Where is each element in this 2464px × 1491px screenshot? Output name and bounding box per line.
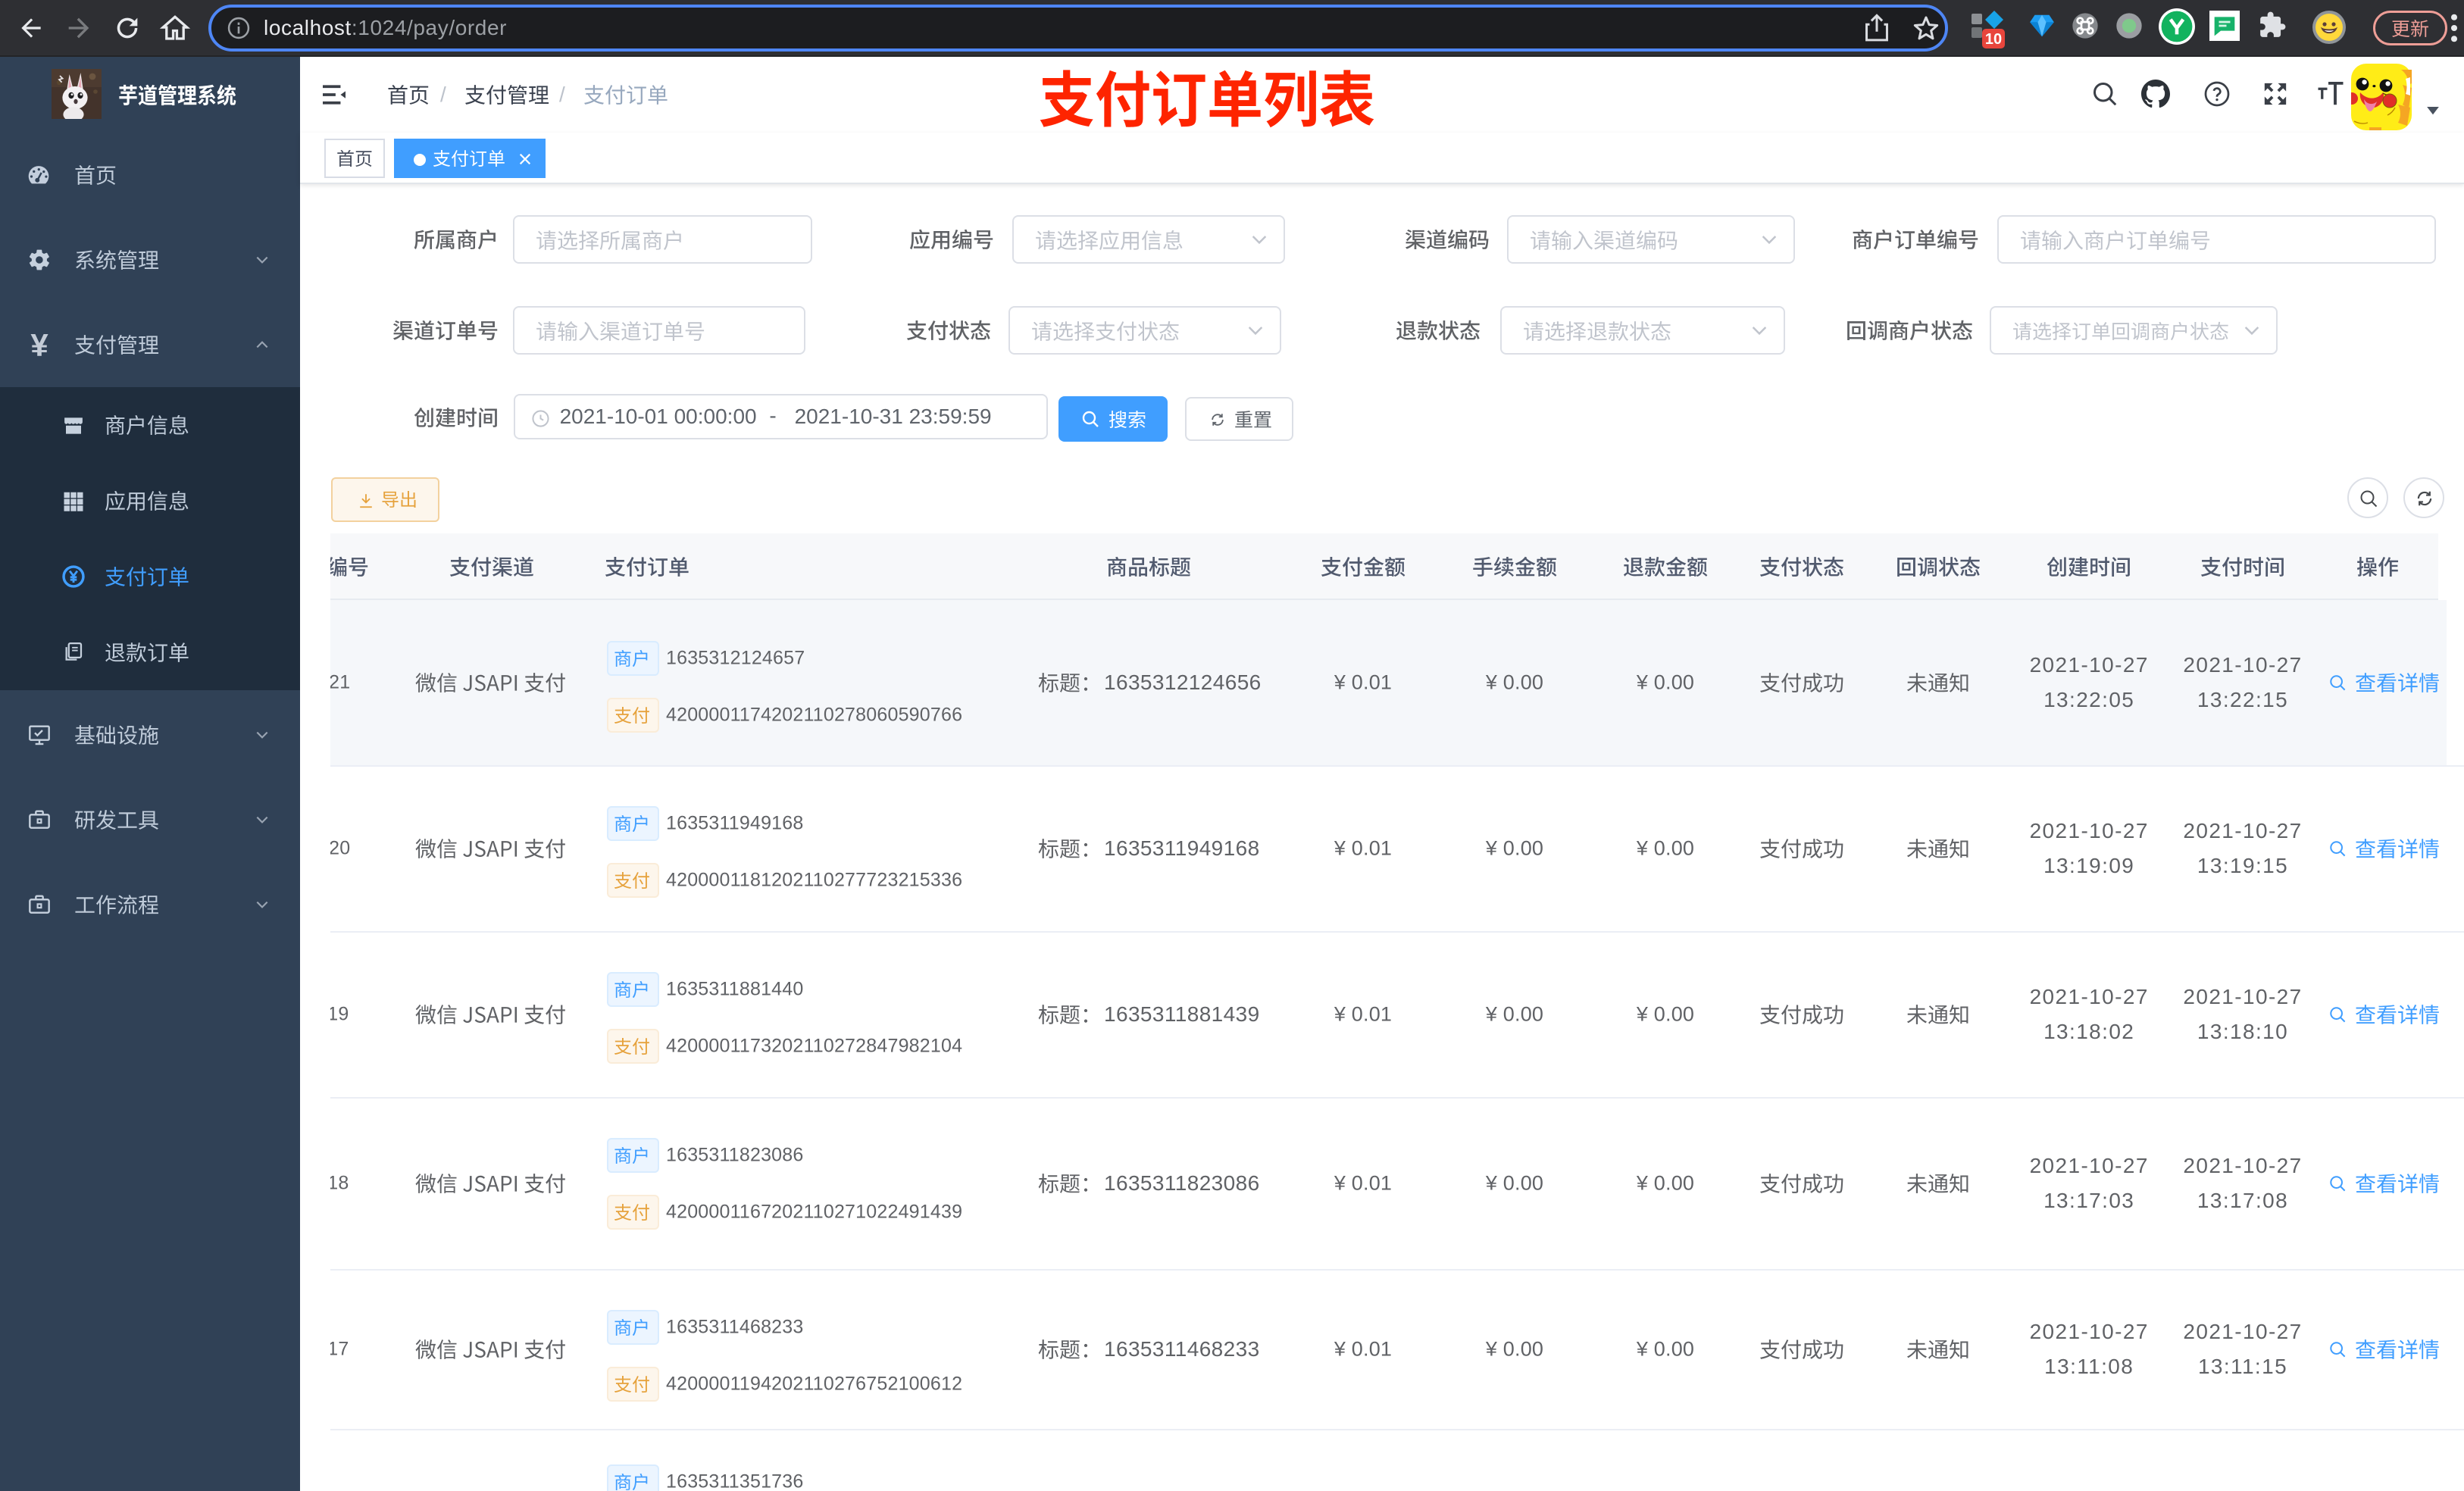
- svg-text:10: 10: [1985, 31, 2002, 48]
